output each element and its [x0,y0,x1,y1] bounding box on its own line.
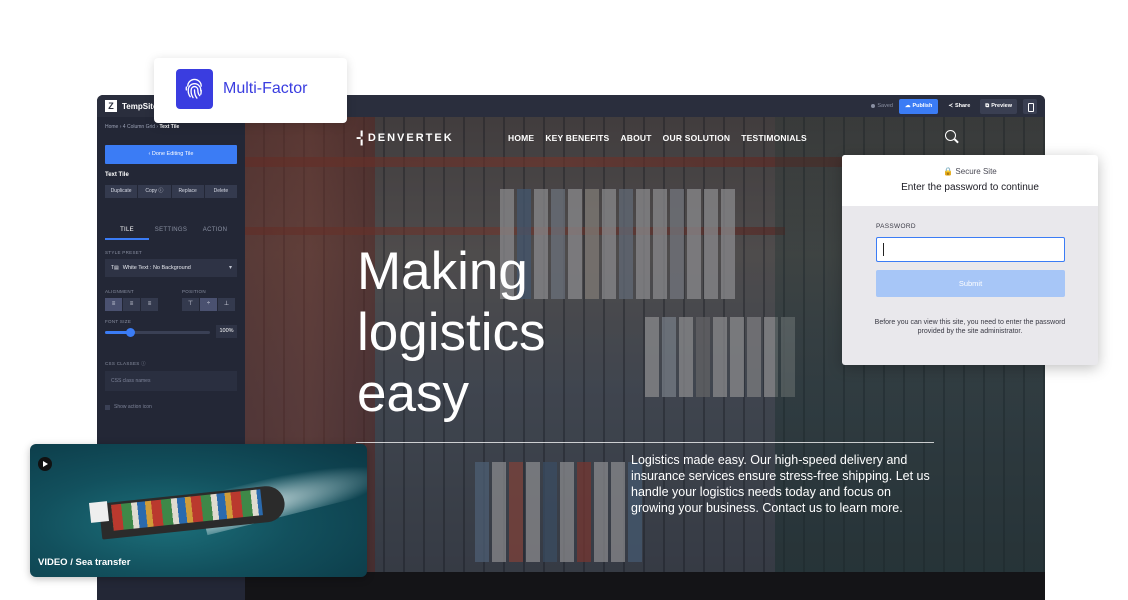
font-size-label: FONT SIZE [105,319,132,324]
password-label: PASSWORD [876,223,916,230]
chevron-down-icon: ▾ [228,265,232,271]
fingerprint-icon [176,69,213,109]
hero-title-line: logistics [357,303,546,362]
delete-button[interactable]: Delete [204,185,237,198]
nav-key-benefits[interactable]: KEY BENEFITS [545,133,609,143]
external-link-icon: ⧉ [985,102,990,109]
nav-home[interactable]: HOME [508,133,534,143]
duplicate-button[interactable]: Duplicate [105,185,138,198]
mobile-view-button[interactable] [1023,98,1037,114]
style-preset-select[interactable]: T▤ White Text : No Background ▾ [105,259,237,277]
share-label: Share [954,103,971,109]
align-center-icon[interactable]: ≡ [123,298,140,311]
tile-title: Text Tile [105,172,129,178]
search-icon[interactable] [945,130,956,141]
nav-testimonials[interactable]: TESTIMONIALS [741,133,807,143]
breadcrumb-current: Text Tile [159,124,180,130]
text-style-icon: T▤ [111,265,119,271]
secure-site-modal: 🔒 Secure Site Enter the password to cont… [842,155,1098,365]
brand-logo-icon: Z [105,100,117,112]
share-button[interactable]: ≺ Share [944,103,974,109]
font-size-slider[interactable] [105,328,210,337]
css-classes-label: CSS CLASSES ⓘ [105,361,146,366]
secure-modal-note: Before you can view this site, you need … [874,319,1066,335]
style-preset-value: White Text : No Background [122,265,191,271]
breadcrumb-home[interactable]: Home [105,124,118,130]
brand: Z TempSite [105,100,157,112]
secure-site-label: 🔒 Secure Site [943,167,997,176]
site-footer-strip [245,572,1045,600]
breadcrumb-grid[interactable]: 4 Column Grid [123,124,155,130]
page: Z TempSite Saved ☁ Publish ≺ Share ⧉ Previe… [0,0,1128,600]
topbar-actions: Saved ☁ Publish ≺ Share ⧉ Preview [871,98,1037,114]
site-logo[interactable]: -¦ DENVERTEK [356,130,454,146]
tab-settings[interactable]: SETTINGS [149,227,193,240]
show-action-icon-toggle[interactable]: Show action icon [105,404,152,410]
saved-status: Saved [871,103,893,109]
tile-actions: Duplicate Copy ⓘ Replace Delete [105,185,237,198]
breadcrumb: Home › 4 Column Grid › Text Tile [105,124,179,130]
done-editing-button[interactable]: ‹ Done Editing Tile [105,145,237,164]
position-middle-icon[interactable]: ÷ [200,298,217,311]
play-icon[interactable] [38,457,52,471]
css-classes-input[interactable]: CSS class names [105,371,237,391]
preview-button[interactable]: ⧉ Preview [980,98,1017,114]
sidebar-tabs: TILE SETTINGS ACTION [105,227,237,240]
tab-tile[interactable]: TILE [105,227,149,240]
font-size-value[interactable]: 100% [216,325,237,338]
hero-divider [356,442,934,443]
hero-title-line: Making [357,242,528,301]
nav-our-solution[interactable]: OUR SOLUTION [663,133,731,143]
publish-button[interactable]: ☁ Publish [898,98,939,114]
position-group: ⊤ ÷ ⊥ [182,298,235,311]
share-icon: ≺ [948,103,953,109]
nav-about[interactable]: ABOUT [620,133,651,143]
position-label: POSITION [182,289,206,294]
style-preset-label: STYLE PRESET [105,250,143,255]
font-size-slider-thumb[interactable] [125,328,135,337]
alignment-group: ≡ ≡ ≡ [105,298,158,311]
video-label: VIDEO / Sea transfer [38,557,131,568]
align-right-icon[interactable]: ≡ [141,298,158,311]
show-action-icon-label: Show action icon [114,404,152,410]
brand-name: TempSite [122,101,158,111]
replace-button[interactable]: Replace [171,185,204,198]
preview-label: Preview [991,103,1012,109]
multi-factor-badge: Multi-Factor [154,58,347,123]
saved-label: Saved [877,103,893,109]
alignment-label: ALIGNMENT [105,289,134,294]
multi-factor-label: Multi-Factor [223,80,308,97]
hero-title-line: easy [357,364,469,423]
video-card[interactable]: VIDEO / Sea transfer [30,444,367,577]
site-logo-mark-icon: -¦ [356,129,364,146]
hero-title: Making logistics easy [357,241,717,424]
tab-action[interactable]: ACTION [193,227,237,240]
text-caret [883,243,884,256]
align-left-icon[interactable]: ≡ [105,298,122,311]
publish-label: Publish [912,103,933,109]
saved-dot-icon [871,104,876,108]
site-nav: HOME KEY BENEFITS ABOUT OUR SOLUTION TES… [508,133,807,143]
copy-button[interactable]: Copy ⓘ [138,185,171,198]
submit-button[interactable]: Submit [876,270,1065,297]
ship-bridge [89,501,109,523]
position-bottom-icon[interactable]: ⊥ [218,298,235,311]
cloud-upload-icon: ☁ [904,103,911,109]
position-top-icon[interactable]: ⊤ [182,298,199,311]
checkbox-icon[interactable] [105,404,110,410]
secure-modal-title: Enter the password to continue [901,182,1039,193]
secure-modal-header: 🔒 Secure Site Enter the password to cont… [842,155,1098,206]
hero-description: Logistics made easy. Our high-speed deli… [631,453,930,515]
site-logo-name: DENVERTEK [367,132,454,144]
password-input[interactable] [876,237,1065,262]
